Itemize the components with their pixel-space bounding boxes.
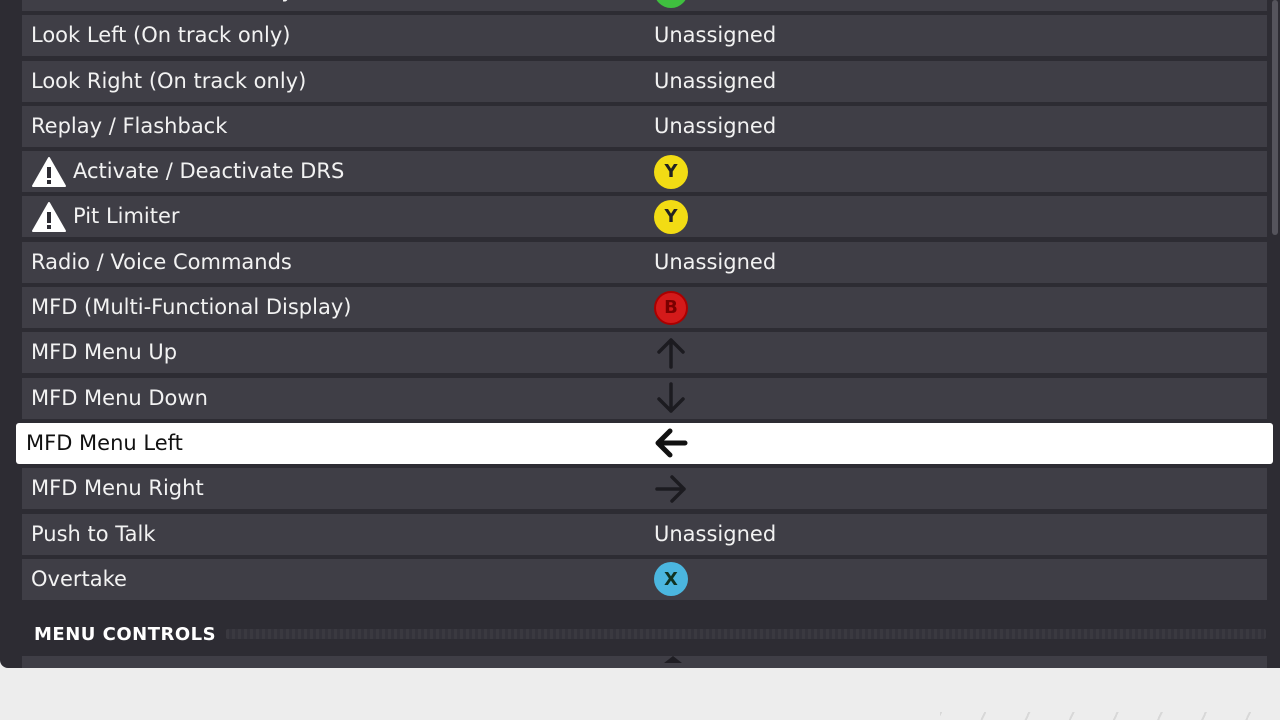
binding-value: Unassigned [654, 514, 776, 555]
arrow-right-icon [655, 475, 686, 503]
binding-text: Unassigned [654, 68, 777, 93]
scrollbar[interactable] [1272, 0, 1278, 235]
binding-action: MFD Menu Up [31, 332, 177, 373]
binding-action-label: MFD Menu Up [31, 340, 178, 365]
controls-panel: Look Back (On track only) A Look Left (On … [0, 0, 1280, 668]
button-a-icon: A [654, 0, 688, 8]
section-header-menu-controls: MENU CONTROLS [34, 620, 1266, 648]
binding-value: X [654, 559, 688, 600]
binding-action-label: Push to Talk [31, 521, 156, 546]
binding-action-label: MFD Menu Right [31, 476, 204, 501]
scroll-up-indicator-icon [664, 656, 682, 663]
binding-value: B [654, 287, 688, 328]
binding-action: Activate / Deactivate DRS [31, 151, 344, 192]
binding-action-label: Replay / Flashback [31, 113, 228, 138]
binding-action: Overtake [31, 559, 127, 600]
button-y-icon: Y [654, 199, 688, 234]
binding-action: Push to Talk [31, 514, 156, 555]
binding-row[interactable]: Activate / Deactivate DRS Y [22, 151, 1267, 193]
binding-text: Unassigned [654, 113, 777, 138]
binding-text: Unassigned [654, 249, 777, 274]
binding-action: Replay / Flashback [31, 106, 227, 147]
binding-row[interactable]: MFD Menu Left [16, 422, 1273, 464]
binding-row[interactable]: MFD Menu Up [22, 332, 1267, 374]
binding-action: Look Left (On track only) [31, 15, 291, 56]
binding-action-label: MFD Menu Down [31, 385, 208, 410]
arrow-up-icon [657, 338, 685, 369]
binding-row[interactable]: Look Back (On track only) A [22, 0, 1267, 11]
binding-row[interactable]: MFD Menu Right [22, 468, 1267, 510]
binding-value [654, 332, 688, 373]
binding-action: Look Right (On track only) [31, 61, 306, 102]
button-y-icon: Y [654, 154, 688, 189]
warning-icon [32, 156, 66, 187]
binding-action: Pit Limiter [31, 196, 180, 237]
binding-action-label: Radio / Voice Commands [31, 249, 292, 274]
binding-value [654, 378, 688, 419]
binding-row[interactable]: Look Right (On track only) Unassigned [22, 60, 1267, 102]
binding-action: MFD Menu Left [26, 423, 183, 464]
button-b-icon: B [654, 290, 688, 325]
binding-row[interactable]: Pit Limiter Y [22, 196, 1267, 238]
binding-action-label: Overtake [31, 566, 127, 591]
binding-value: Y [654, 151, 688, 192]
binding-action: MFD Menu Right [31, 468, 204, 509]
binding-list: Look Back (On track only) A Look Left (On … [16, 0, 1273, 604]
binding-action: MFD (Multi-Functional Display) [31, 287, 351, 328]
binding-action: Look Back (On track only) [31, 0, 302, 11]
binding-value: Unassigned [654, 106, 776, 147]
binding-action-label: Pit Limiter [73, 204, 180, 229]
binding-action-label: MFD Menu Left [26, 430, 183, 455]
binding-action-label: Look Back (On track only) [31, 0, 302, 11]
binding-text: Unassigned [654, 521, 777, 546]
binding-value: Unassigned [654, 61, 776, 102]
binding-value: Unassigned [654, 242, 776, 283]
binding-row[interactable]: Radio / Voice Commands Unassigned [22, 241, 1267, 283]
binding-action-label: Activate / Deactivate DRS [73, 159, 345, 184]
footer-band [0, 668, 1280, 720]
screen: Look Back (On track only) A Look Left (On … [0, 0, 1280, 720]
section-divider [226, 629, 1266, 639]
binding-action-label: Look Right (On track only) [31, 68, 307, 93]
binding-row[interactable]: MFD (Multi-Functional Display) B [22, 287, 1267, 329]
binding-row[interactable]: Push to Talk Unassigned [22, 513, 1267, 555]
section-title: MENU CONTROLS [34, 623, 217, 645]
footer-decoration [940, 712, 1280, 720]
arrow-down-icon [657, 382, 685, 413]
warning-icon [32, 201, 66, 232]
binding-value: Y [654, 196, 688, 237]
binding-row[interactable]: Overtake X [22, 558, 1267, 600]
list-item-partial[interactable] [22, 656, 1267, 668]
binding-action-label: Look Left (On track only) [31, 23, 291, 48]
binding-action-label: MFD (Multi-Functional Display) [31, 295, 352, 320]
arrow-left-icon [655, 428, 688, 458]
binding-row[interactable]: MFD Menu Down [22, 377, 1267, 419]
binding-action: MFD Menu Down [31, 378, 208, 419]
binding-row[interactable]: Look Left (On track only) Unassigned [22, 15, 1267, 57]
binding-action: Radio / Voice Commands [31, 242, 292, 283]
binding-row[interactable]: Replay / Flashback Unassigned [22, 105, 1267, 147]
button-x-icon: X [654, 562, 688, 597]
binding-value [654, 423, 688, 464]
binding-value: A [654, 0, 688, 11]
binding-value: Unassigned [654, 15, 776, 56]
binding-value [654, 468, 688, 509]
binding-text: Unassigned [654, 23, 777, 48]
